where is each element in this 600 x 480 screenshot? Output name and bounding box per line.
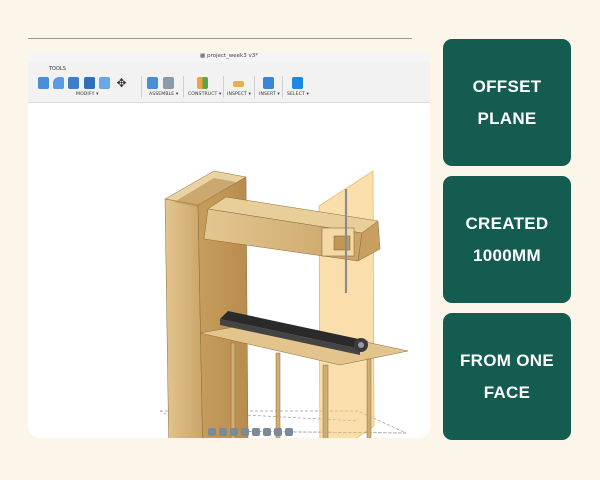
combine-icon[interactable] (84, 77, 95, 89)
toolbar-separator (282, 76, 283, 98)
look-at-icon[interactable] (219, 428, 227, 436)
display-settings-icon[interactable] (263, 428, 271, 436)
fillet-icon[interactable] (53, 77, 64, 89)
modify-menu[interactable]: MODIFY ▾ (76, 92, 99, 97)
toolbar: TOOLS ✥ MODIFY ▾ ASSEMBLE ▾ CONSTRUCT ▾ … (28, 62, 430, 103)
3d-viewport[interactable] (28, 103, 430, 438)
insert-menu[interactable]: INSERT ▾ (259, 92, 280, 97)
toolbar-separator (141, 76, 142, 98)
offset-plane-icon[interactable] (197, 77, 208, 89)
grid-settings-icon[interactable] (274, 428, 282, 436)
select-menu[interactable]: SELECT ▾ (287, 92, 309, 97)
zoom-icon[interactable] (241, 428, 249, 436)
assemble-icon[interactable] (147, 77, 158, 89)
construct-menu[interactable]: CONSTRUCT ▾ (188, 92, 221, 97)
divider-line (28, 38, 412, 39)
viewports-icon[interactable] (285, 428, 293, 436)
measure-icon[interactable] (233, 81, 244, 87)
toolbar-separator (254, 76, 255, 98)
document-title: ▦ project_week3 v3* (200, 53, 258, 59)
toolbar-separator (183, 76, 184, 98)
navigation-bar (208, 426, 318, 438)
cube-icon[interactable] (38, 77, 49, 89)
shell-icon[interactable] (99, 77, 110, 89)
select-cursor-icon[interactable] (292, 77, 303, 89)
insert-image-icon[interactable] (263, 77, 274, 89)
card-created-1000mm: CREATED 1000MM (443, 176, 571, 303)
title-bar: ▦ project_week3 v3* (28, 52, 430, 62)
cad-window: ▦ project_week3 v3* TOOLS ✥ MODIFY ▾ ASS… (28, 52, 430, 438)
move-icon[interactable]: ✥ (116, 77, 127, 89)
card-from-one-face: FROM ONE FACE (443, 313, 571, 440)
assemble-menu[interactable]: ASSEMBLE ▾ (149, 92, 178, 97)
card-offset-plane: OFFSET PLANE (443, 39, 571, 166)
fit-icon[interactable] (252, 428, 260, 436)
joint-icon[interactable] (163, 77, 174, 89)
pan-icon[interactable] (230, 428, 238, 436)
model-canvas[interactable] (28, 103, 430, 438)
toolbar-separator (223, 76, 224, 98)
document-file-icon: ▦ (200, 53, 207, 59)
press-pull-icon[interactable] (68, 77, 79, 89)
orbit-icon[interactable] (208, 428, 216, 436)
tools-tab[interactable]: TOOLS (49, 66, 66, 72)
inspect-menu[interactable]: INSPECT ▾ (227, 92, 251, 97)
